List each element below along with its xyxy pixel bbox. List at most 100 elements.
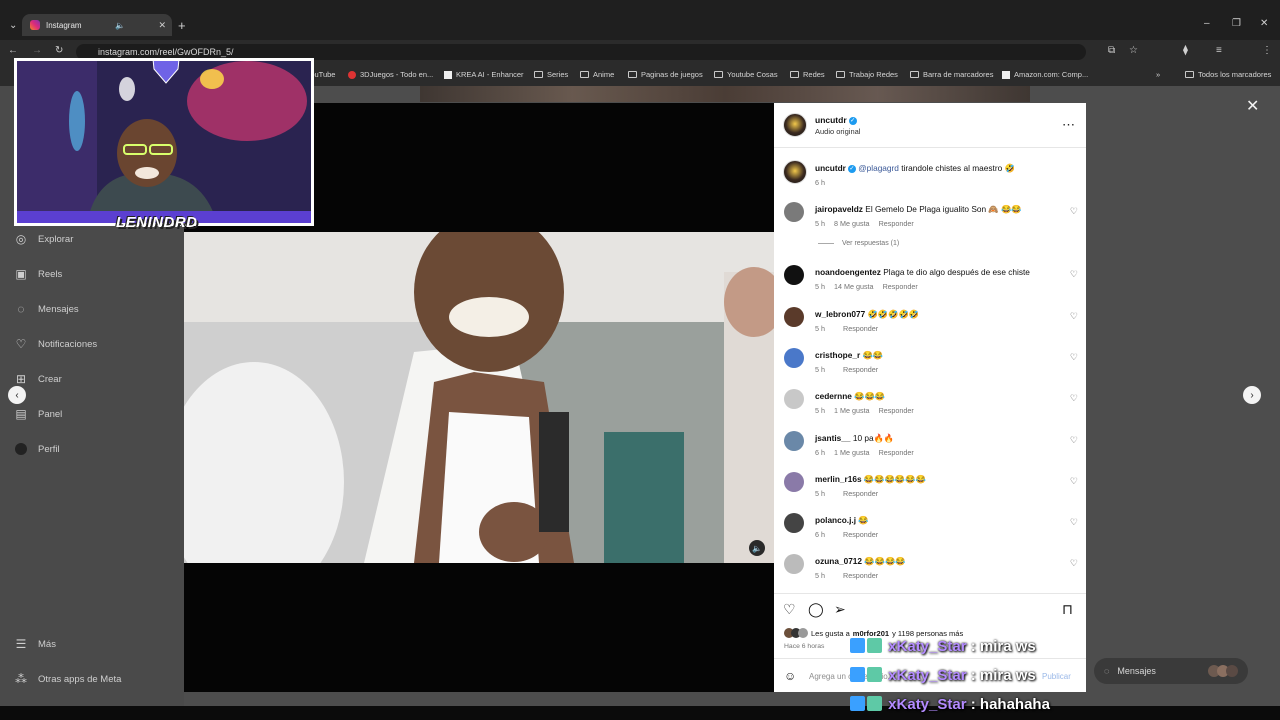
tab-close-icon[interactable]: ✕ [158,20,166,31]
publish-button[interactable]: Publicar [1042,672,1071,681]
comment-username[interactable]: ozuna_0712 [815,556,862,566]
bookmark-item[interactable]: 3DJuegos - Todo en... [348,70,433,79]
author-avatar[interactable] [783,113,807,137]
bookmark-item[interactable]: KREA AI - Enhancer [444,70,524,79]
comment-like-heart-icon[interactable]: ♡ [1070,352,1078,363]
mute-icon[interactable]: 🔈 [749,540,765,556]
comment-reply[interactable]: Responder [879,406,914,415]
comment-reply[interactable]: Responder [879,448,914,457]
caption-mention[interactable]: @plagagrd [858,163,899,173]
next-post-icon[interactable]: › [1243,386,1261,404]
comment-like-heart-icon[interactable]: ♡ [1070,311,1078,322]
comment-username[interactable]: jairopaveldz [815,204,863,214]
comment-avatar[interactable] [784,554,804,575]
comment-like-heart-icon[interactable]: ♡ [1070,558,1078,569]
bookmark-item[interactable]: Barra de marcadores [910,70,993,79]
comment-likes[interactable]: 1 Me gusta [834,448,870,457]
comment-username[interactable]: polanco.j.j [815,515,856,525]
comment-avatar[interactable] [784,347,804,368]
comment-reply[interactable]: Responder [843,571,878,580]
comment-icon[interactable]: ◯ [808,601,824,618]
comment-username[interactable]: noandoengentez [815,267,881,277]
likes-summary[interactable]: Les gusta a m0rfor201 y 1198 personas má… [784,628,963,638]
audio-label[interactable]: Audio original [815,127,860,136]
forward-icon[interactable]: → [32,45,42,56]
bookmark-item[interactable]: Amazon.com: Comp... [1002,70,1088,79]
cast-icon[interactable]: ⧉ [1108,45,1115,56]
browser-tab[interactable]: Instagram 🔈 ✕ [22,14,172,36]
window-close-icon[interactable]: ✕ [1260,18,1268,29]
comment-reply[interactable]: Responder [843,324,878,333]
share-icon[interactable]: ➢ [834,601,846,618]
chat-badge-icon [850,696,865,711]
messages-pill[interactable]: ◌ Mensajes [1094,658,1248,684]
caption-username[interactable]: uncutdr [815,163,846,173]
comment-avatar[interactable] [784,471,804,492]
nav-dashboard[interactable]: ▤ Panel [14,407,62,421]
caption-avatar[interactable] [783,160,807,184]
speaker-icon[interactable]: 🔈 [115,21,125,30]
nav-explore[interactable]: ◎ Explorar [14,232,74,246]
more-options-icon[interactable]: ⋯ [1062,117,1075,133]
nav-more[interactable]: ☰ Más [14,637,56,651]
comment-likes[interactable]: 14 Me gusta [834,282,874,291]
nav-create[interactable]: ⊞ Crear [14,372,62,386]
bookmark-item[interactable]: Redes [790,70,825,79]
view-replies[interactable]: Ver respuestas (1) [818,240,899,247]
comment-reply[interactable]: Responder [843,365,878,374]
media-icon[interactable]: ≡ [1216,45,1222,56]
extensions-icon[interactable]: ⧫ [1183,45,1188,56]
comment-like-heart-icon[interactable]: ♡ [1070,435,1078,446]
all-bookmarks[interactable]: Todos los marcadores [1185,70,1271,79]
reel-video[interactable] [184,232,774,563]
new-tab-icon[interactable]: + [178,18,186,33]
bookmark-item[interactable]: Series [534,70,568,79]
save-bookmark-icon[interactable]: ⊓ [1062,601,1073,618]
back-icon[interactable]: ← [8,45,18,56]
comment-like-heart-icon[interactable]: ♡ [1070,393,1078,404]
bookmark-item[interactable]: Youtube Cosas [714,70,778,79]
comment-likes[interactable]: 8 Me gusta [834,219,870,228]
maximize-icon[interactable]: ❐ [1232,18,1241,29]
like-heart-icon[interactable]: ♡ [783,601,796,618]
bookmark-item[interactable]: Trabajo Redes [836,70,898,79]
emoji-icon[interactable]: ☺ [784,669,796,683]
comment-reply[interactable]: Responder [879,219,914,228]
comment-reply[interactable]: Responder [883,282,918,291]
tab-search-icon[interactable]: ⌄ [9,20,17,31]
bookmark-star-icon[interactable]: ☆ [1129,45,1138,56]
bookmarks-overflow-icon[interactable]: » [1156,70,1160,79]
comment-avatar[interactable] [784,265,804,286]
comment-avatar[interactable] [784,202,804,222]
nav-profile[interactable]: Perfil [14,442,60,456]
minimize-icon[interactable]: – [1204,18,1210,29]
nav-messages[interactable]: ◌ Mensajes [14,302,78,316]
author-username[interactable]: uncutdr [815,115,847,125]
comment-avatar[interactable] [784,389,804,410]
comment-reply[interactable]: Responder [843,489,878,498]
comment-username[interactable]: w_lebron077 [815,309,865,319]
comment-username[interactable]: jsantis__ [815,433,851,443]
chat-badge-icon [867,638,882,653]
comment-avatar[interactable] [784,513,804,534]
reload-icon[interactable]: ↻ [55,45,63,56]
comment-username[interactable]: cristhope_r [815,350,860,360]
comment-avatar[interactable] [784,430,804,451]
comment-likes[interactable]: 1 Me gusta [834,406,870,415]
comment-like-heart-icon[interactable]: ♡ [1070,476,1078,487]
nav-notifications[interactable]: ♡ Notificaciones [14,337,98,351]
comment-like-heart-icon[interactable]: ♡ [1070,269,1078,280]
bookmark-item[interactable]: Anime [580,70,614,79]
comment-like-heart-icon[interactable]: ♡ [1070,206,1078,217]
menu-icon[interactable]: ⋮ [1262,45,1272,56]
bookmark-item[interactable]: Paginas de juegos [628,70,703,79]
comment-like-heart-icon[interactable]: ♡ [1070,517,1078,528]
prev-post-icon[interactable]: ‹ [8,386,26,404]
nav-meta-apps[interactable]: ⁂ Otras apps de Meta [14,672,121,686]
comment-avatar[interactable] [784,306,804,327]
comment-reply[interactable]: Responder [843,530,878,539]
close-icon[interactable]: ✕ [1246,96,1259,116]
comment-username[interactable]: cedernne [815,391,852,401]
comment-username[interactable]: merlin_r16s [815,474,862,484]
nav-reels[interactable]: ▣ Reels [14,267,62,281]
